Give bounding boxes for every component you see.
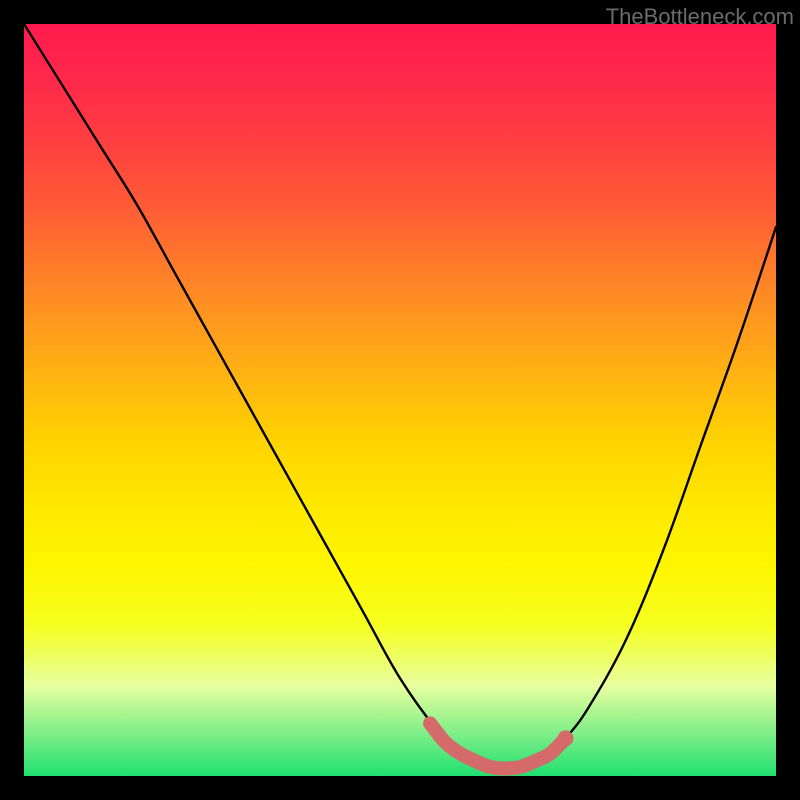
bottleneck-curve bbox=[24, 24, 776, 769]
optimal-zone-end-dot bbox=[557, 730, 573, 746]
curve-layer bbox=[24, 24, 776, 776]
optimal-zone-highlight bbox=[430, 723, 565, 768]
chart-frame: TheBottleneck.com bbox=[0, 0, 800, 800]
attribution-label: TheBottleneck.com bbox=[606, 4, 794, 30]
